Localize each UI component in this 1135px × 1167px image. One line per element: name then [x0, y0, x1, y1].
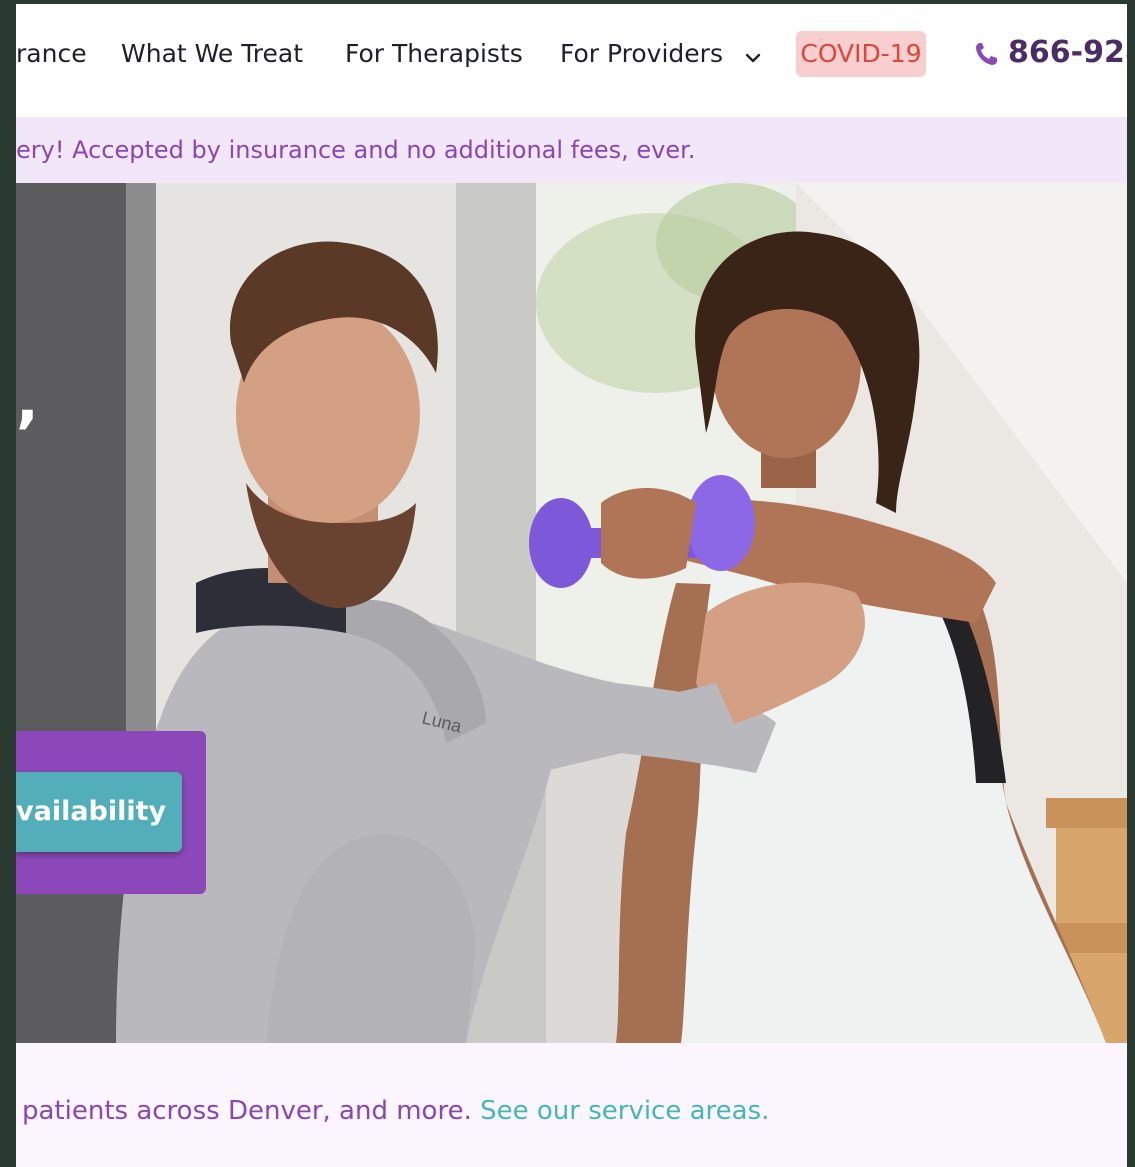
cta-panel: vailability [16, 731, 206, 894]
nav-item-label: For Providers [560, 39, 723, 68]
hero-photo: Luna [16, 183, 1127, 1043]
window-edge [1127, 0, 1135, 1167]
promo-banner-text: ery! Accepted by insurance and no additi… [16, 136, 696, 164]
check-availability-button[interactable]: vailability [16, 772, 182, 852]
phone-number: 866-928 [1008, 35, 1127, 70]
nav-item-insurance[interactable]: rance [16, 34, 87, 74]
nav-item-label: For Therapists [345, 39, 523, 68]
phone-icon [974, 35, 1008, 70]
top-navigation: rance What We Treat For Therapists For P… [16, 4, 1127, 116]
cta-label: vailability [16, 796, 167, 827]
covid-label: COVID-19 [800, 39, 922, 68]
chevron-down-icon [745, 35, 761, 75]
promo-banner: ery! Accepted by insurance and no additi… [16, 117, 1127, 183]
nav-item-label: rance [16, 39, 87, 68]
nav-item-for-therapists[interactable]: For Therapists [345, 34, 523, 74]
service-area-text: patients across Denver, and more. [22, 1096, 472, 1126]
covid-19-button[interactable]: COVID-19 [796, 31, 926, 77]
service-area-line: patients across Denver, and more. See ou… [22, 1093, 769, 1129]
hero-section: Luna , vailability [16, 183, 1127, 1043]
service-area-section: patients across Denver, and more. See ou… [16, 1043, 1127, 1167]
nav-item-what-we-treat[interactable]: What We Treat [121, 34, 303, 74]
hero-heading-fragment: , [16, 366, 39, 436]
browser-viewport: rance What We Treat For Therapists For P… [16, 4, 1127, 1167]
nav-item-for-providers[interactable]: For Providers [560, 34, 761, 74]
service-areas-link[interactable]: See our service areas. [480, 1096, 769, 1126]
nav-item-label: What We Treat [121, 39, 304, 68]
phone-link[interactable]: 866-928 [974, 30, 1127, 76]
